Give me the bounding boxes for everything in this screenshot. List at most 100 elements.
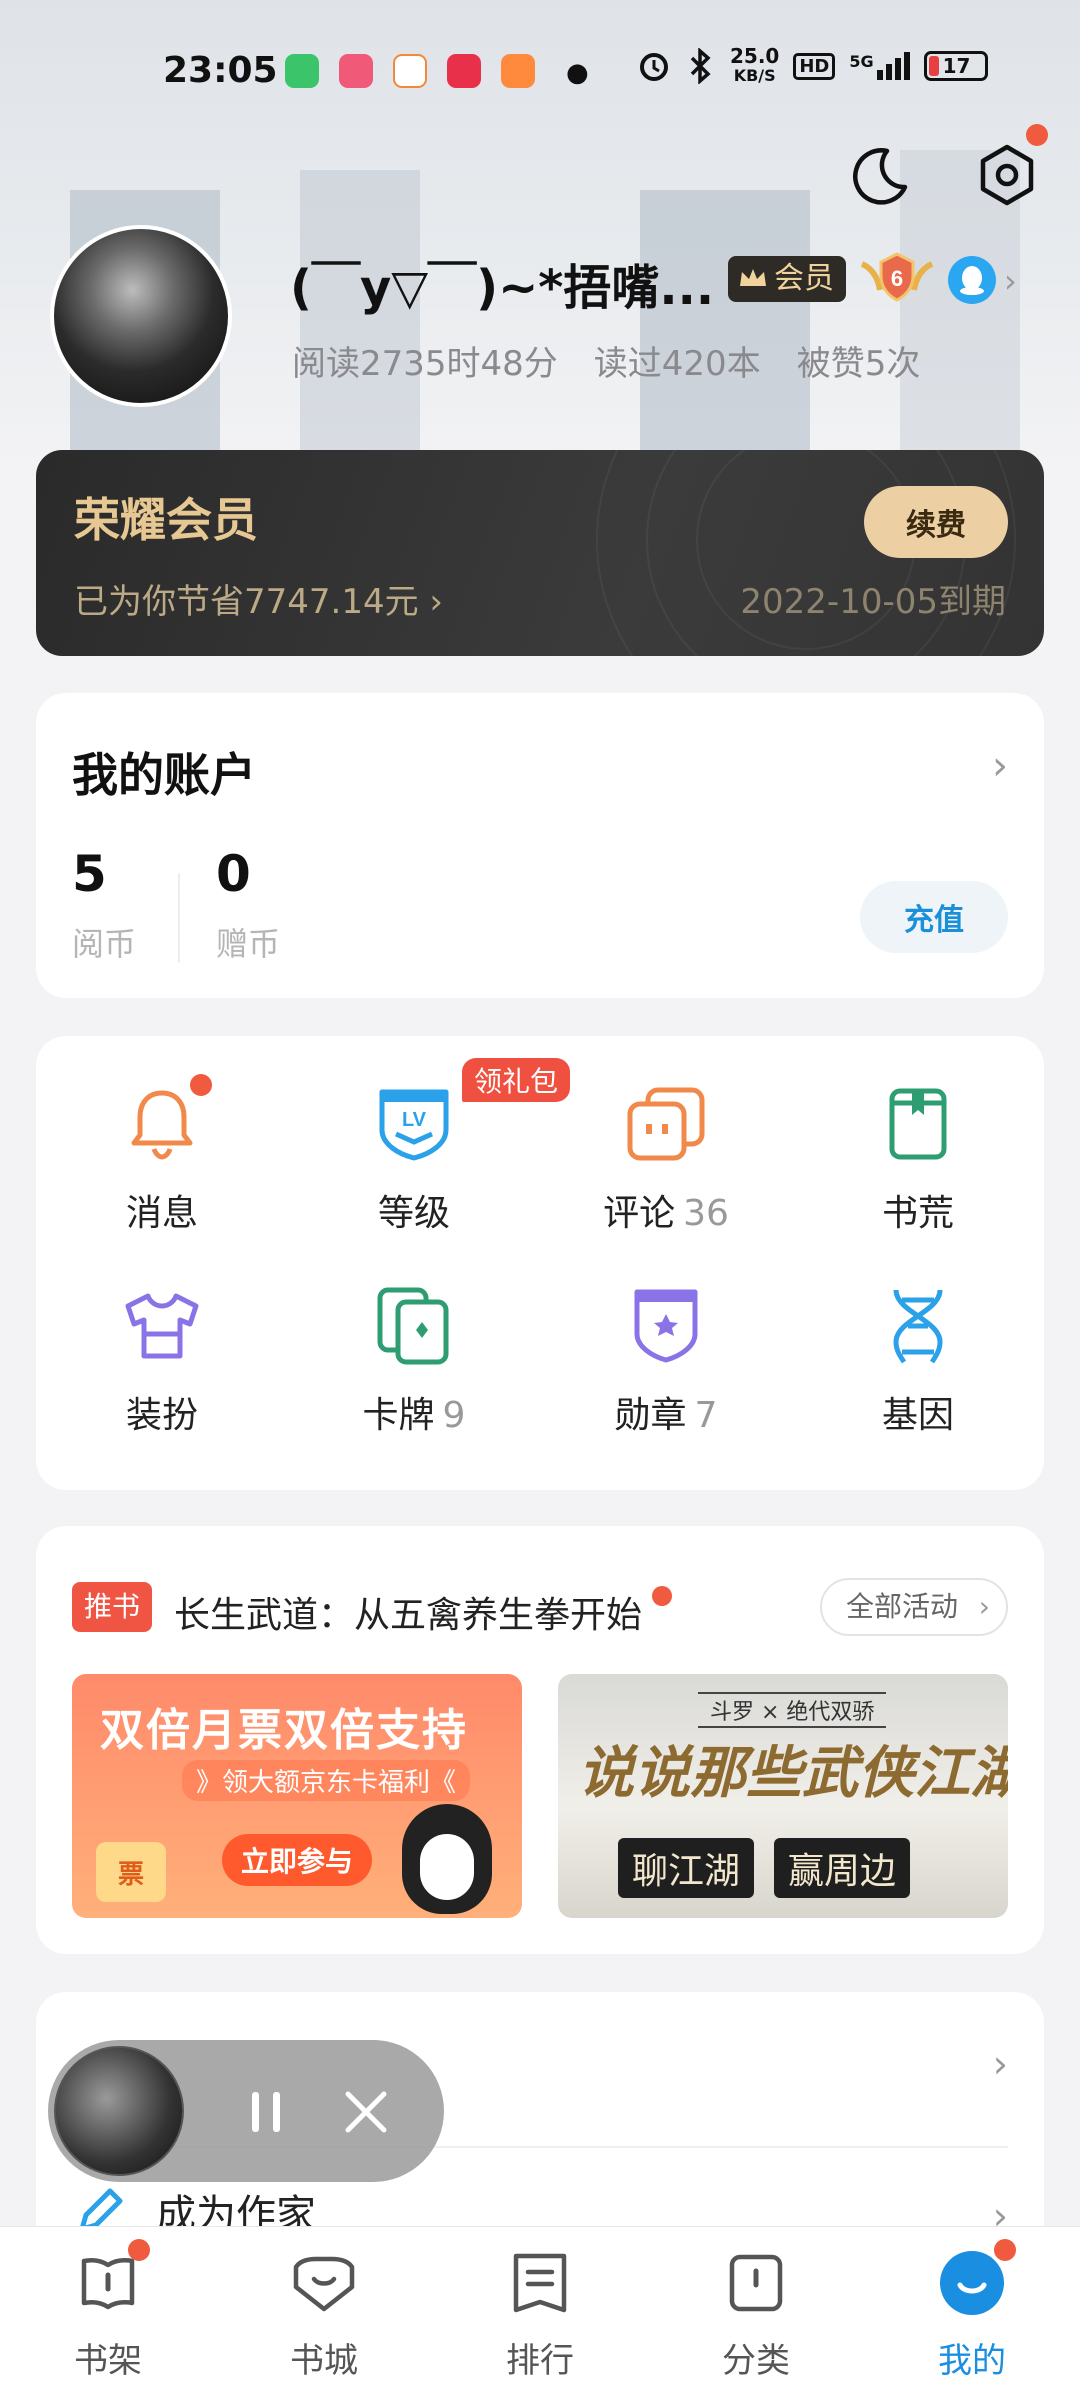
avatar[interactable]: [50, 225, 232, 407]
grid-item-medals[interactable]: 勋章 7: [540, 1286, 792, 1438]
recharge-button[interactable]: 充值: [860, 881, 1008, 953]
grid-item-label: 消息: [125, 1193, 198, 1234]
recommend-notification-dot: [652, 1586, 672, 1606]
recommended-book-title[interactable]: 长生武道：从五禽养生拳开始: [174, 1586, 642, 1638]
grid-item-book-shortage[interactable]: 书荒: [792, 1084, 1044, 1236]
grid-item-label: 勋章: [614, 1395, 687, 1436]
level-badge[interactable]: 6: [858, 250, 936, 308]
nav-me[interactable]: 我的: [902, 2239, 1042, 2382]
pause-icon: [252, 2092, 280, 2132]
grid-item-label: 评论: [603, 1193, 676, 1234]
reading-coins-label: 阅币: [72, 925, 137, 963]
pause-button[interactable]: [238, 2084, 294, 2140]
messages-notification-dot: [190, 1074, 212, 1096]
game-notification-icon: [393, 54, 427, 88]
hd-indicator: HD: [793, 52, 836, 80]
floating-audio-player[interactable]: [48, 2040, 444, 2182]
account-chevron-icon[interactable]: ›: [992, 743, 1008, 789]
nav-bookshelf[interactable]: 书架: [38, 2239, 178, 2382]
profile-stats: 阅读2735时48分 读过420本 被赞5次: [292, 336, 920, 385]
vip-expiry-date: 2022-10-05到期: [740, 582, 1006, 622]
profile-chevron-icon[interactable]: ›: [1004, 262, 1017, 300]
join-now-button[interactable]: 立即参与: [222, 1834, 372, 1886]
nav-label: 书架: [74, 2341, 142, 2381]
grid-item-level[interactable]: LV 等级: [288, 1084, 540, 1236]
bell-icon: [131, 1090, 193, 1160]
tshirt-icon: [125, 1293, 199, 1359]
status-time: 23:05: [163, 50, 278, 91]
reading-coins[interactable]: 5 阅币: [72, 845, 136, 965]
bluetooth-icon: [690, 48, 711, 84]
bookstore-icon: [293, 2256, 355, 2312]
notification-app-icons: [285, 54, 535, 88]
reading-coins-value: 5: [72, 845, 107, 903]
bookshelf-icon: [81, 2257, 135, 2310]
book-icon: [889, 1088, 947, 1160]
renew-button[interactable]: 续费: [864, 486, 1008, 558]
alarm-icon: [640, 53, 668, 81]
reading-time-stat: 阅读2735时48分: [292, 344, 558, 384]
grid-item-count: 9: [442, 1395, 466, 1436]
monthly-ticket-banner[interactable]: 双倍月票双倍支持 》领大额京东卡福利《 票 立即参与: [72, 1674, 522, 1918]
feature-grid: 领礼包 消息 LV 等级 评论 36 书荒 装扮 卡牌 9 勋章 7 基因: [36, 1036, 1044, 1490]
night-mode-button[interactable]: [844, 140, 914, 210]
grid-item-label: 等级: [377, 1193, 450, 1234]
nav-ranking[interactable]: 排行: [470, 2247, 610, 2382]
qq-linked-icon[interactable]: [948, 256, 996, 304]
cards-icon: [377, 1287, 449, 1365]
all-activities-label: 全部活动: [845, 1590, 958, 1623]
wuxia-event-banner[interactable]: 斗罗 × 绝代双骄 说说那些武侠江湖 聊江湖 赢周边: [558, 1674, 1008, 1918]
nav-bookstore[interactable]: 书城: [254, 2247, 394, 2382]
chevron-right-icon[interactable]: ›: [993, 2042, 1008, 2086]
level-shield-icon: LV: [379, 1089, 449, 1161]
account-card: 我的账户 › 5 阅币 0 赠币 充值: [36, 693, 1044, 998]
audio-cover-image[interactable]: [54, 2046, 184, 2176]
background-building: [300, 170, 420, 470]
battery-level: 17: [942, 54, 971, 78]
penguin-mascot: [402, 1804, 492, 1914]
recommendation-card: 推书 长生武道：从五禽养生拳开始 全部活动 › 双倍月票双倍支持 》领大额京东卡…: [36, 1526, 1044, 1954]
gift-coins[interactable]: 0 赠币: [216, 845, 280, 965]
signal-icon: 5G: [849, 52, 910, 80]
nav-category[interactable]: 分类: [686, 2247, 826, 2382]
nav-label: 书城: [290, 2341, 358, 2381]
username[interactable]: (￣y▽￣)~*捂嘴...: [290, 248, 714, 318]
status-bar: 23:05 ● 25.0 KB/S HD 5G 17: [0, 40, 1080, 100]
bottom-navigation: 书架 书城 排行 分类 我的: [0, 2226, 1080, 2400]
banner-collab-tag: 斗罗 × 绝代双骄: [698, 1692, 887, 1728]
level-badge-number: 6: [891, 266, 903, 291]
background-building: [640, 190, 810, 470]
vip-membership-card[interactable]: 荣耀会员 已为你节省7747.14元 › 2022-10-05到期 续费: [36, 450, 1044, 656]
grid-item-count: 7: [694, 1395, 718, 1436]
dna-icon: [893, 1289, 943, 1364]
all-activities-button[interactable]: 全部活动 ›: [819, 1578, 1008, 1636]
svg-text:LV: LV: [402, 1109, 427, 1131]
vip-savings-link[interactable]: 已为你节省7747.14元 ›: [74, 574, 443, 623]
gear-icon: [980, 144, 1034, 206]
network-speed-unit: KB/S: [733, 66, 776, 85]
grid-item-label: 装扮: [125, 1395, 198, 1436]
vip-badge[interactable]: 会员: [728, 256, 846, 302]
recommend-tag: 推书: [72, 1582, 153, 1632]
grid-item-label: 基因: [881, 1395, 954, 1436]
ticket-icon: 票: [96, 1842, 166, 1902]
settings-button[interactable]: [972, 124, 1048, 210]
chevron-right-icon: ›: [978, 1590, 990, 1623]
medal-icon: [634, 1289, 698, 1363]
bookshelf-notification-dot: [128, 2239, 150, 2261]
banner-chat-label: 聊江湖: [618, 1838, 755, 1898]
grid-item-genes[interactable]: 基因: [792, 1286, 1044, 1438]
grid-item-cards[interactable]: 卡牌 9: [288, 1286, 540, 1438]
more-notifications-dot: ●: [566, 58, 589, 88]
grid-item-label: 卡牌: [362, 1395, 435, 1436]
grid-item-messages[interactable]: 消息: [36, 1074, 288, 1236]
close-player-button[interactable]: [338, 2084, 394, 2140]
signal-type: 5G: [849, 52, 874, 71]
grid-item-count: 36: [683, 1193, 729, 1234]
reader-notification-icon: [501, 54, 535, 88]
grid-item-comments[interactable]: 评论 36: [540, 1084, 792, 1236]
grid-item-dress-up[interactable]: 装扮: [36, 1286, 288, 1438]
account-title[interactable]: 我的账户: [72, 739, 256, 805]
banner-calligraphy: 说说那些武侠江湖: [578, 1740, 1008, 1806]
status-right-group: 25.0 KB/S HD 5G 17: [636, 46, 988, 86]
